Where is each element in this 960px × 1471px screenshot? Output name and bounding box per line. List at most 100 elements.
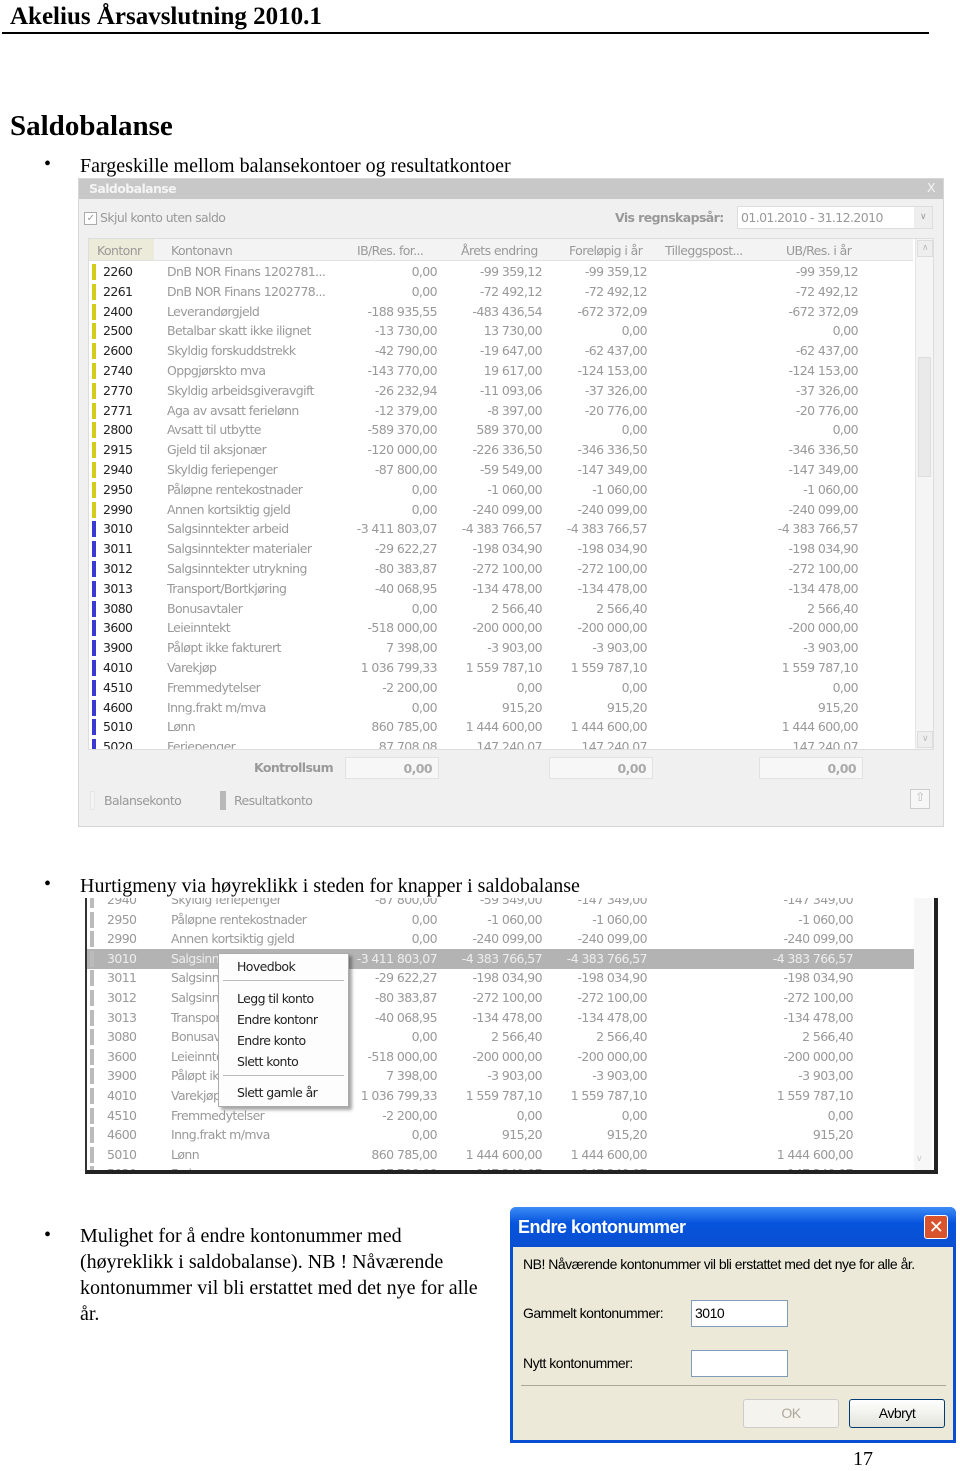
table-row[interactable]: 4510 Fremmedytelser -2 200,00 0,00 0,00 0,00 bbox=[87, 1106, 917, 1126]
table-row[interactable]: 2500 Betalbar skatt ikke ilignet -13 730,0… bbox=[89, 321, 919, 341]
menu-item-endre-konto[interactable]: Endre konto bbox=[237, 1033, 306, 1048]
col-kontonavn[interactable]: Kontonavn bbox=[171, 243, 233, 258]
table-row[interactable]: 2940 Skyldig feriepenger -87 800,00 -59 549… bbox=[87, 898, 917, 910]
result-color-marker bbox=[92, 561, 96, 577]
table-row[interactable]: 2915 Gjeld til aksjonær -120 000,00 -226 33… bbox=[89, 440, 919, 460]
table-row[interactable]: 2940 Skyldig feriepenger -87 800,00 -59 549… bbox=[89, 460, 919, 480]
col-arets-endring[interactable]: Årets endring bbox=[461, 243, 538, 258]
print-icon[interactable]: ⇧ bbox=[910, 789, 930, 809]
arets-endring-value: -483 436,54 bbox=[472, 303, 543, 319]
account-number: 2500 bbox=[103, 323, 133, 339]
scroll-up-icon[interactable]: ∧ bbox=[917, 240, 933, 257]
table-row[interactable]: 2950 Påløpne rentekostnader 0,00 -1 060,00 -… bbox=[89, 480, 919, 500]
table-row[interactable]: 3900Påløpt ikke fakturert7 398,00-3 903,… bbox=[87, 1066, 917, 1086]
table-row[interactable]: 3012Salgsinntekter utrykning-80 383,87-2… bbox=[89, 559, 919, 579]
table-row[interactable]: 2600 Skyldig forskuddstrekk -42 790,00 -19 … bbox=[89, 341, 919, 361]
table-row[interactable]: 4010 Varekjøp 1 036 799,33 1 559 787,10 1 55… bbox=[89, 658, 919, 678]
col-forelopig[interactable]: Foreløpig i år bbox=[569, 243, 643, 258]
table-row[interactable]: 4010 Varekjøp 1 036 799,33 1 559 787,10 1 55… bbox=[87, 1086, 917, 1106]
close-icon[interactable]: X bbox=[927, 180, 936, 195]
table-row[interactable]: 3013Transport/Bortkjøring-40 068,95-134 … bbox=[89, 579, 919, 599]
menu-item-slett-konto[interactable]: Slett konto bbox=[237, 1054, 299, 1069]
forelopig-value: -62 437,00 bbox=[584, 343, 648, 359]
table-row[interactable]: 3011Salgsinntekter materialer-29 622,27-… bbox=[87, 968, 917, 988]
table-row[interactable]: 4600 Inng.frakt m/mva 0,00 915,20 915,20 915,… bbox=[89, 698, 919, 718]
balance-color-marker bbox=[92, 402, 96, 419]
result-color-marker bbox=[90, 1146, 94, 1163]
ib-value: 860 785,00 bbox=[371, 1146, 437, 1162]
col-tilleggspost[interactable]: Tilleggspost... bbox=[665, 243, 743, 258]
close-icon[interactable]: ✕ bbox=[924, 1215, 948, 1239]
balance-color-marker bbox=[90, 898, 94, 908]
chevron-down-icon[interactable]: ∨ bbox=[914, 207, 932, 228]
kontrollsum-ib: 0,00 bbox=[345, 757, 439, 779]
table-row[interactable]: 5010 Lønn 860 785,00 1 444 600,00 1 444 600,… bbox=[89, 717, 919, 737]
menu-item-slett-gamle-ar[interactable]: Slett gamle år bbox=[237, 1085, 318, 1100]
new-number-field[interactable] bbox=[691, 1350, 788, 1377]
legend-balansekonto: Balansekonto bbox=[104, 793, 182, 808]
cancel-button[interactable]: Avbryt bbox=[849, 1399, 945, 1428]
table-row[interactable]: 2740 Oppgjørskto mva -143 770,00 19 617,00 -… bbox=[89, 361, 919, 381]
scroll-thumb[interactable] bbox=[918, 357, 931, 477]
table-row[interactable]: 3010Salgsinntekter arbeid-3 411 803,07-4… bbox=[89, 519, 919, 539]
account-name: Annen kortsiktig gjeld bbox=[171, 931, 295, 947]
scroll-down-icon[interactable]: ∨ bbox=[917, 731, 933, 748]
table-row[interactable]: 5020 Feriepenger 87 708,08 147 240,07 147 24… bbox=[87, 1164, 917, 1174]
table-row[interactable]: 3010Salgsinntekter arbeid-3 411 803,07-4… bbox=[87, 948, 917, 969]
table-row[interactable]: 2260 DnB NOR Finans 1202781... 0,00 -99 359… bbox=[89, 262, 919, 282]
ib-value: -13 730,00 bbox=[374, 323, 438, 339]
ib-value: 0,00 bbox=[411, 1127, 438, 1143]
table-row[interactable]: 3080 Bonusavtaler 0,00 2 566,40 2 566,40 2 56… bbox=[87, 1027, 917, 1047]
scroll-down-icon[interactable]: ∨ bbox=[916, 1154, 923, 1164]
year-select[interactable]: 01.01.2010 - 31.12.2010 ∨ bbox=[737, 206, 933, 229]
table-row[interactable]: 2800 Avsatt til utbytte -589 370,00 589 370… bbox=[89, 420, 919, 440]
ib-value: 87 708,08 bbox=[378, 1166, 438, 1174]
table-row[interactable]: 3012Salgsinntekter utrykning-80 383,87-2… bbox=[87, 988, 917, 1008]
ub-value: -672 372,09 bbox=[788, 303, 859, 319]
table-row[interactable]: 3013Transport/Bortkjøring-40 068,95-134 … bbox=[87, 1008, 917, 1028]
col-kontonr[interactable]: Kontonr bbox=[97, 243, 142, 258]
table-row[interactable]: 2990 Annen kortsiktig gjeld 0,00 -240 099,0… bbox=[89, 500, 919, 520]
table-row[interactable]: 2990 Annen kortsiktig gjeld 0,00 -240 099,0… bbox=[87, 929, 917, 949]
vertical-scrollbar[interactable]: ∧ ∨ bbox=[915, 239, 933, 749]
table-row[interactable]: 3600 Leieinntekt -518 000,00 -200 000,00 -20… bbox=[89, 618, 919, 638]
table-row[interactable]: 3011Salgsinntekter materialer-29 622,27-… bbox=[89, 539, 919, 559]
result-color-marker bbox=[92, 580, 96, 597]
vertical-scrollbar[interactable]: ∨ bbox=[914, 898, 932, 1170]
account-number: 2940 bbox=[107, 898, 137, 907]
forelopig-value: -147 349,00 bbox=[577, 898, 648, 907]
table-row[interactable]: 2771 Aga av avsatt ferielønn -12 379,00 -8 … bbox=[89, 401, 919, 421]
col-ib[interactable]: IB/Res. for... bbox=[357, 243, 424, 258]
table-row[interactable]: 2950 Påløpne rentekostnader 0,00 -1 060,00 -… bbox=[87, 910, 917, 930]
account-number: 4600 bbox=[103, 699, 133, 715]
ub-value: -99 359,12 bbox=[795, 264, 859, 279]
col-ub[interactable]: UB/Res. i år bbox=[786, 243, 852, 258]
arets-endring-value: 19 617,00 bbox=[483, 363, 543, 378]
dialog-note: NB! Nåværende kontonummer vil bli erstat… bbox=[523, 1256, 915, 1272]
ub-value: -20 776,00 bbox=[795, 402, 859, 418]
old-number-field[interactable]: 3010 bbox=[691, 1300, 788, 1327]
table-row[interactable]: 3080 Bonusavtaler 0,00 2 566,40 2 566,40 2 56… bbox=[89, 599, 919, 619]
table-row[interactable]: 2770 Skyldig arbeidsgiveravgift -26 232,94… bbox=[89, 381, 919, 401]
saldobalanse-context-screenshot: 2940 Skyldig feriepenger -87 800,00 -59 549… bbox=[85, 898, 938, 1174]
ub-value: 1 444 600,00 bbox=[781, 719, 859, 735]
table-row[interactable]: 3900Påløpt ikke fakturert7 398,00-3 903,… bbox=[89, 638, 919, 658]
table-row[interactable]: 5010 Lønn 860 785,00 1 444 600,00 1 444 600,… bbox=[87, 1145, 917, 1165]
ok-button[interactable]: OK bbox=[743, 1399, 839, 1428]
check-icon: ✓ bbox=[84, 212, 97, 225]
table-row[interactable]: 2261 DnB NOR Finans 1202778... 0,00 -72 492… bbox=[89, 282, 919, 302]
menu-item-legg-til-konto[interactable]: Legg til konto bbox=[237, 991, 314, 1006]
arets-endring-value: 147 240,07 bbox=[476, 739, 542, 750]
table-row[interactable]: 4600 Inng.frakt m/mva 0,00 915,20 915,20 915,… bbox=[87, 1125, 917, 1145]
menu-item-endre-kontonr[interactable]: Endre kontonr bbox=[237, 1012, 318, 1027]
table-row[interactable]: 4510 Fremmedytelser -2 200,00 0,00 0,00 0,00 bbox=[89, 678, 919, 698]
hide-zero-checkbox[interactable]: ✓ Skjul konto uten saldo bbox=[84, 210, 226, 225]
menu-item-hovedbok[interactable]: Hovedbok bbox=[237, 959, 296, 974]
arets-endring-value: -272 100,00 bbox=[472, 990, 543, 1005]
table-row[interactable]: 3600 Leieinntekt -518 000,00 -200 000,00 -20… bbox=[87, 1047, 917, 1067]
account-number: 2400 bbox=[103, 303, 133, 319]
forelopig-value: 915,20 bbox=[606, 1127, 648, 1143]
table-row[interactable]: 5020 Feriepenger 87 708,08 147 240,07 147 24… bbox=[89, 737, 919, 750]
table-row[interactable]: 2400 Leverandørgjeld -188 935,55 -483 436,5… bbox=[89, 302, 919, 322]
kontrollsum-forelopig: 0,00 bbox=[549, 757, 653, 779]
